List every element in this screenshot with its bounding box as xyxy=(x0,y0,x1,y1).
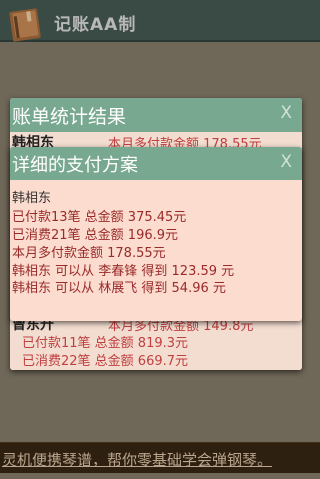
app-screen: 记账AA制 账单统计结果 X 韩相东 本月多付款金额 178.55元 曾东升 本… xyxy=(0,0,320,479)
ad-banner-link[interactable]: 灵机便携琴谱，帮你零基础学会弹钢琴。 xyxy=(2,449,272,470)
payment-plan-title: 详细的支付方案 xyxy=(12,155,138,176)
close-icon[interactable]: X xyxy=(280,103,292,123)
summary-row-consumed: 已消费22笔 总金额 669.7元 xyxy=(10,350,302,370)
plan-line: 本月多付款金额 178.55元 xyxy=(12,246,166,261)
plan-person-name: 韩相东 xyxy=(12,191,52,206)
plan-line: 已付款13笔 总金额 375.45元 xyxy=(12,210,187,225)
app-title: 记账AA制 xyxy=(54,15,137,35)
plan-line: 已消费21笔 总金额 196.9元 xyxy=(12,228,179,243)
payment-plan-dialog: 详细的支付方案 X 韩相东 已付款13笔 总金额 375.45元 已消费21笔 … xyxy=(10,147,302,321)
title-bar: 记账AA制 xyxy=(0,0,320,42)
paid-summary: 已付款11笔 总金额 819.3元 xyxy=(22,336,189,351)
plan-line: 韩相东 可以从 林展飞 得到 54.96 元 xyxy=(12,281,226,296)
close-icon[interactable]: X xyxy=(280,152,292,172)
summary-dialog-title: 账单统计结果 xyxy=(12,106,127,128)
payment-plan-header: 详细的支付方案 X xyxy=(10,147,302,180)
consumed-summary: 已消费22笔 总金额 669.7元 xyxy=(22,354,189,369)
summary-dialog-header: 账单统计结果 X xyxy=(10,98,302,132)
ledger-book-icon xyxy=(9,8,41,42)
ad-banner[interactable]: 灵机便携琴谱，帮你零基础学会弹钢琴。 xyxy=(0,442,320,473)
